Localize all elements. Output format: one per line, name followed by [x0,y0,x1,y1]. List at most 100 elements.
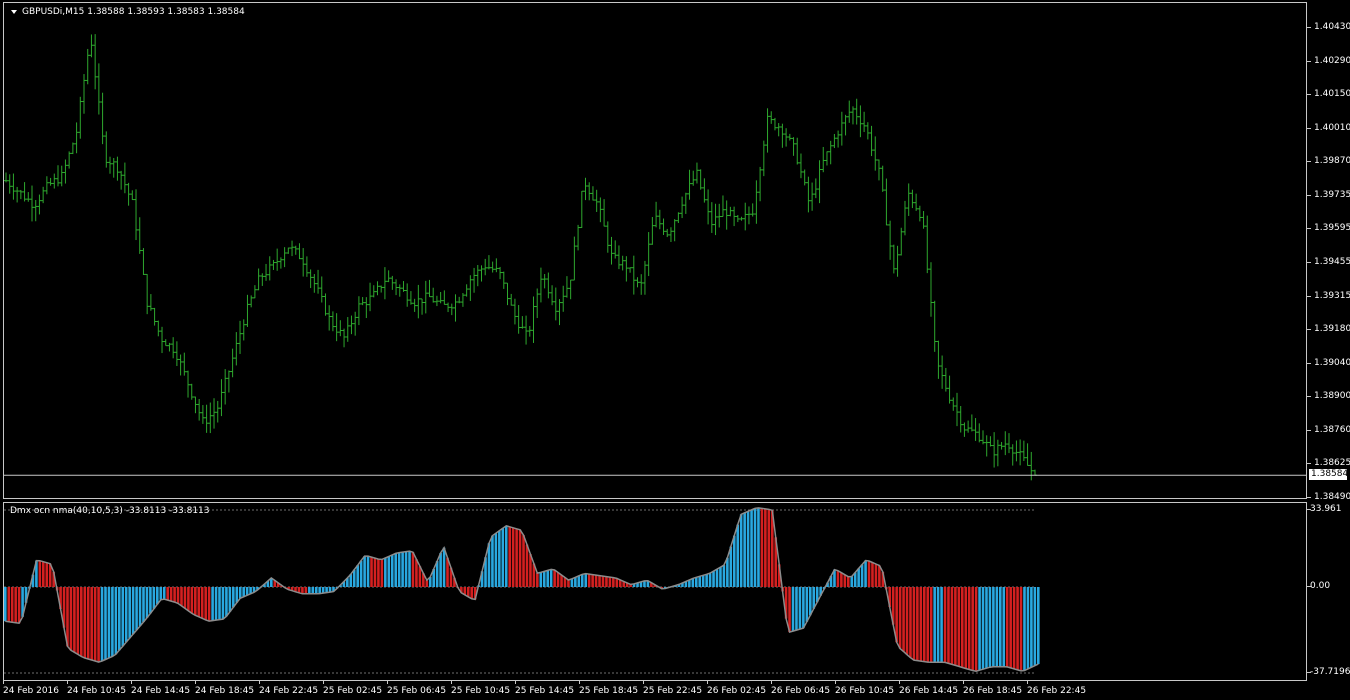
ohlc-bar [319,276,324,303]
ohlc-bar [828,140,833,165]
price-tick [1307,27,1311,28]
ohlc-bar [609,236,614,265]
ohlc-bar [360,297,365,306]
price-tick-label: 1.40150 [1314,89,1350,100]
indicator-bar [943,587,947,663]
dropdown-arrow-icon[interactable] [11,10,17,14]
ohlc-bar [74,122,79,154]
ohlc-bar [884,178,889,226]
ohlc-bar [654,201,659,228]
indicator-bar [518,529,522,587]
price-tick-label: 1.38760 [1314,424,1350,435]
ohlc-bar [520,316,525,329]
indicator-bar [107,587,111,658]
ohlc-bar [1003,431,1008,456]
indicator-bar [4,587,7,622]
indicator-bar [501,528,505,587]
ohlc-bar [334,313,339,342]
indicator-bar [308,587,311,594]
time-tick [579,681,580,684]
ohlc-bar [100,92,105,145]
price-tick [1307,262,1311,263]
indicator-bar [128,587,131,639]
indicator-bar [798,587,802,630]
ohlc-bar [813,178,818,199]
ohlc-bar [501,271,506,289]
indicator-bar [608,577,612,587]
ohlc-bar [620,255,625,271]
ohlc-bar [772,117,777,131]
indicator-bar [916,587,919,661]
chart-window[interactable]: GBPUSDi,M15 1.38588 1.38593 1.38583 1.38… [0,0,1350,700]
indicator-bar [850,576,854,587]
ohlc-bar [531,296,536,343]
indicator-bar [411,552,415,587]
ohlc-bar [82,74,87,114]
ohlc-bar [954,392,959,427]
indicator-bar [7,587,11,622]
ohlc-bar [683,192,688,214]
ohlc-bar [427,279,432,298]
ohlc-bar [1006,433,1011,454]
price-tick [1307,329,1311,331]
indicator-bar [836,570,840,587]
ohlc-bar [278,257,283,269]
ohlc-bar [839,111,844,146]
ohlc-bar [836,130,841,148]
price-tick [1307,396,1311,398]
indicator-bar [864,560,867,587]
ohlc-bar [70,142,75,155]
indicator-pane[interactable]: Dmx ocn nma(40,10,5,3) -33.8113 -33.8113 [3,502,1307,681]
time-axis[interactable]: 24 Feb 2016 24 Feb 10:45 24 Feb 14:45 24 Fe… [0,681,1307,700]
ohlc-bar [765,108,770,153]
ohlc-bar [962,422,967,437]
ohlc-bar [472,267,477,293]
ohlc-bar [880,165,885,192]
price-tick [1307,94,1311,96]
indicator-bar [549,569,553,587]
indicator-bar [594,575,598,587]
indicator-bar [726,557,729,587]
indicator-bar [840,572,843,587]
symbol-quote-label: GBPUSDi,M15 1.38588 1.38593 1.38583 1.38… [22,7,245,17]
ohlc-bar [914,193,919,211]
ohlc-bar [245,294,250,327]
indicator-bar [898,587,902,649]
indicator-bar [1009,587,1012,668]
time-label: 26 Feb 14:45 [899,686,959,696]
price-chart-pane[interactable]: GBPUSDi,M15 1.38588 1.38593 1.38583 1.38… [3,2,1307,499]
ohlc-bar [750,203,755,217]
time-tick [451,681,452,684]
time-tick [259,681,260,684]
ohlc-bar [171,337,176,359]
ohlc-bar [197,398,202,421]
time-label: 24 Feb 18:45 [195,686,255,696]
indicator-bar [318,587,321,594]
price-scale[interactable]: 1.40430 1.40290 1.40150 1.40010 1.39870 1.397… [1307,0,1350,700]
indicator-bar [194,587,197,616]
ohlc-bar [230,348,235,378]
ohlc-bar [635,277,640,288]
indicator-bar [577,575,581,587]
ohlc-bar [687,169,692,200]
ohlc-bar [661,218,666,235]
ohlc-bar [405,283,410,307]
indicator-bar [166,587,169,601]
indicator-bar [232,587,235,608]
ohlc-bar [174,341,179,367]
indicator-bar [439,552,442,587]
ohlc-bar [691,170,696,186]
ohlc-bar [104,131,109,168]
ohlc-bar [858,105,863,138]
indicator-bar [767,509,771,587]
indicator-bar [156,587,159,605]
ohlc-bar [386,270,391,283]
indicator-bar [97,587,100,663]
indicator-bar [504,525,508,587]
indicator-bar [802,587,805,629]
ohlc-bar [93,34,98,90]
ohlc-bar [754,180,759,224]
indicator-bar [712,571,715,587]
time-tick [3,681,4,684]
indicator-bar [394,553,397,587]
